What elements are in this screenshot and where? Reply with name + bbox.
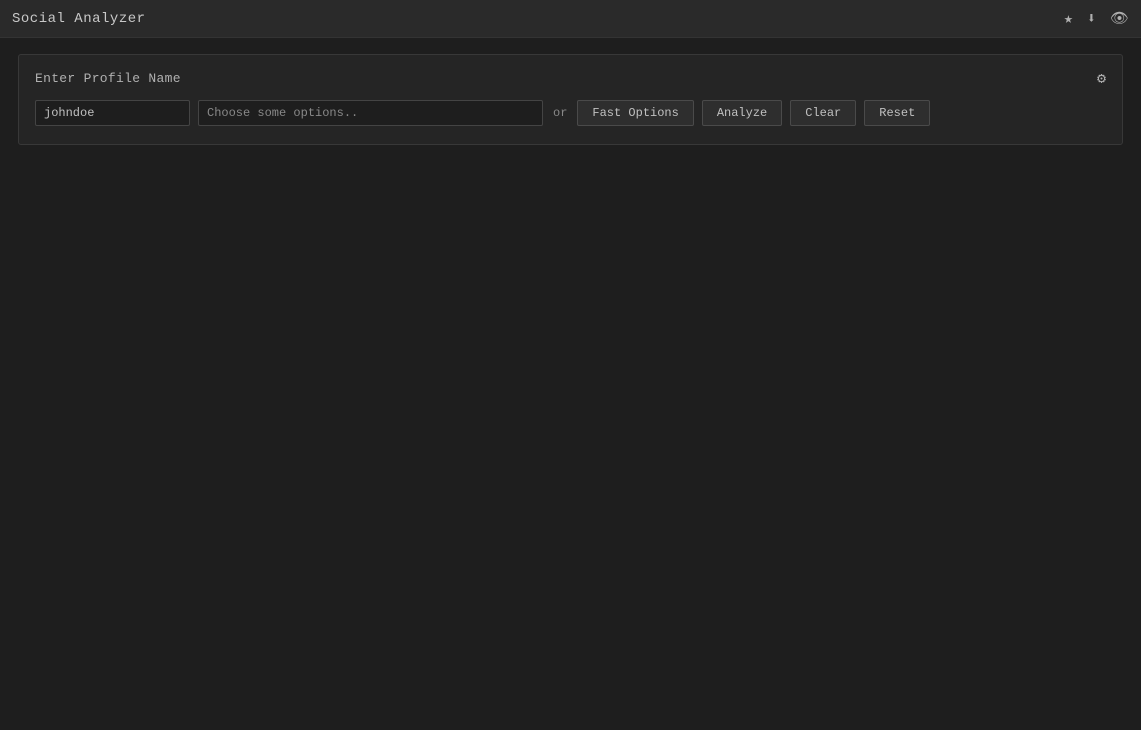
analyze-button[interactable]: Analyze [702,100,782,126]
navbar-actions: ★ ⬇ 👁 [1064,9,1129,28]
star-icon[interactable]: ★ [1064,9,1073,28]
main-content: Enter Profile Name ⚙ Choose some options… [0,38,1141,161]
or-label: or [551,106,569,120]
app-title: Social Analyzer [12,11,146,27]
options-select[interactable]: Choose some options.. [198,100,543,126]
reset-button[interactable]: Reset [864,100,930,126]
profile-name-input[interactable] [35,100,190,126]
fast-options-button[interactable]: Fast Options [577,100,693,126]
profile-card: Enter Profile Name ⚙ Choose some options… [18,54,1123,145]
clear-button[interactable]: Clear [790,100,856,126]
gear-icon[interactable]: ⚙ [1097,69,1106,88]
card-title: Enter Profile Name [35,71,181,86]
eye-icon[interactable]: 👁 [1110,9,1129,28]
download-icon[interactable]: ⬇ [1087,9,1096,28]
form-row: Choose some options.. or Fast Options An… [35,100,1106,126]
navbar: Social Analyzer ★ ⬇ 👁 [0,0,1141,38]
card-header: Enter Profile Name ⚙ [35,69,1106,88]
